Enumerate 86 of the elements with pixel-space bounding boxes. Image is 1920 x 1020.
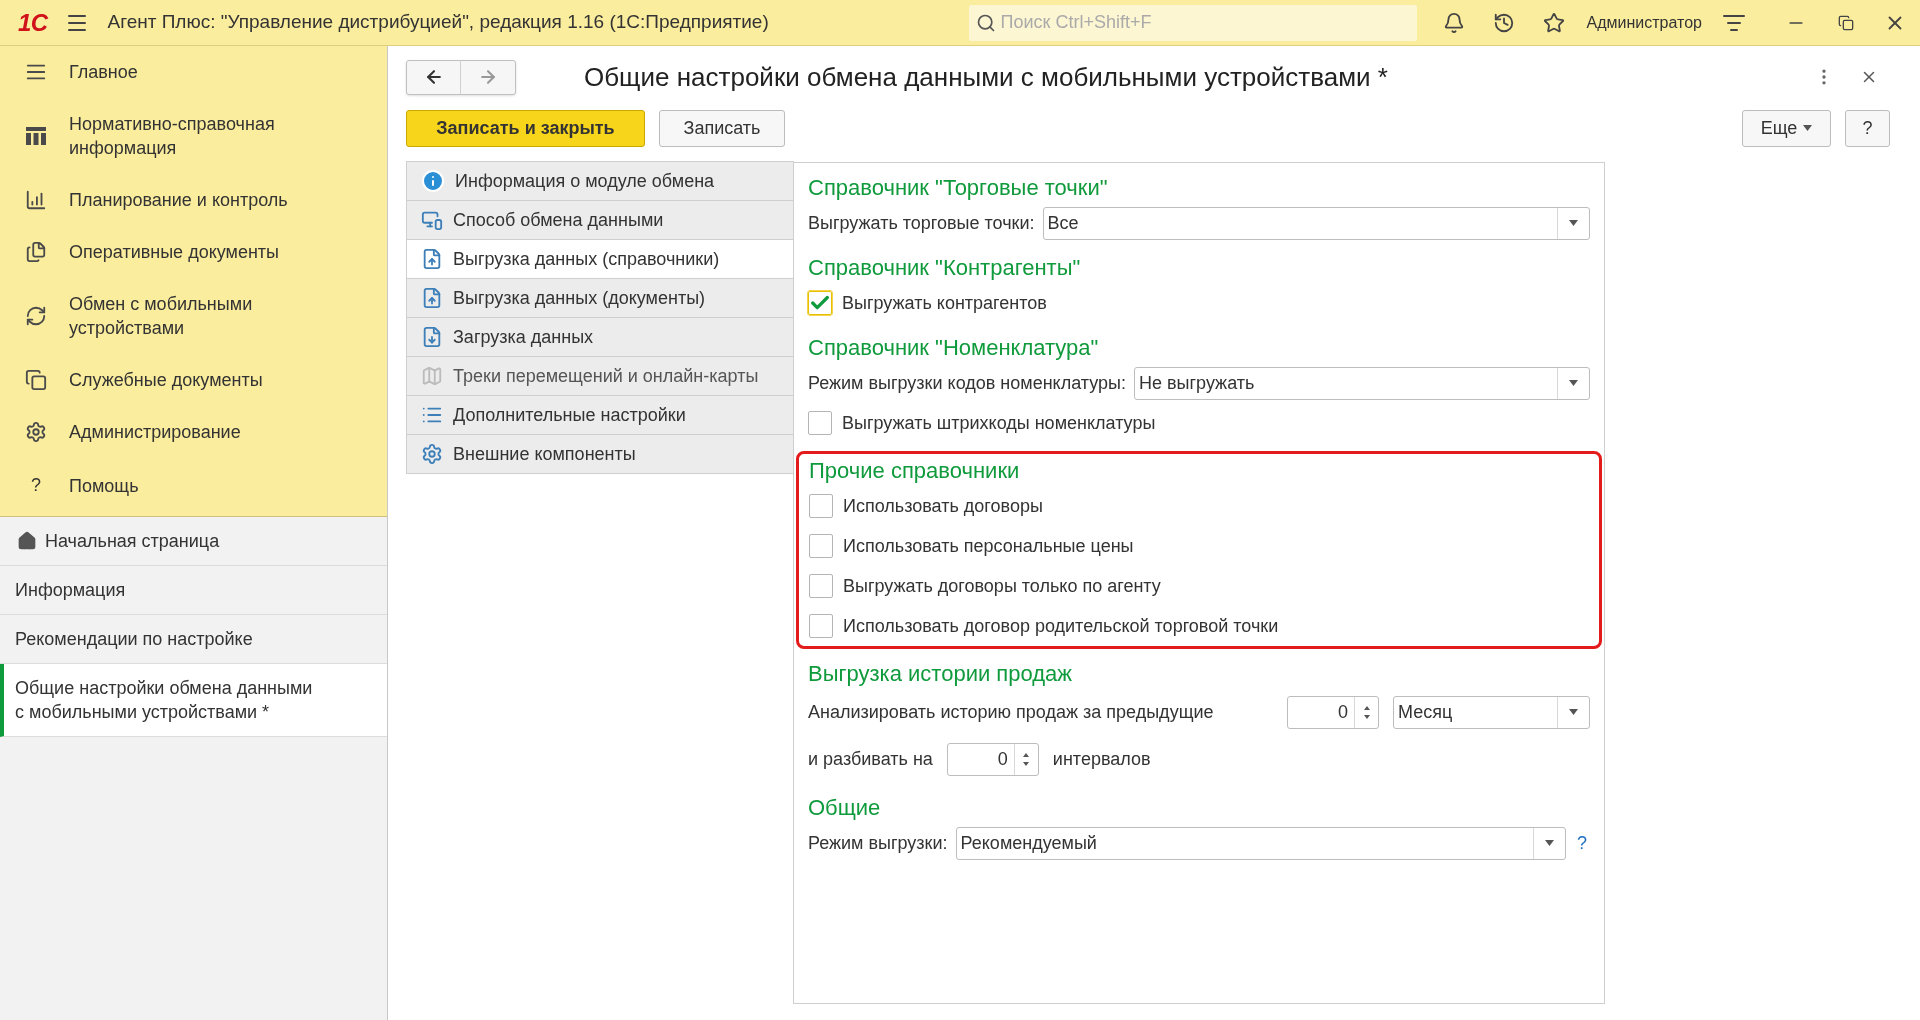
info-icon bbox=[421, 169, 445, 193]
notifications-icon[interactable] bbox=[1442, 11, 1465, 34]
form-button[interactable]: Записать bbox=[659, 109, 785, 147]
group-heading: Справочник "Номенклатура" bbox=[808, 333, 1100, 362]
select-field[interactable]: Все bbox=[1042, 206, 1590, 240]
spin-up-icon bbox=[1023, 752, 1030, 757]
open-page-tab[interactable]: Начальная страница bbox=[0, 517, 387, 566]
checkbox-label: Выгружать контрагентов bbox=[842, 291, 1047, 315]
checkbox[interactable] bbox=[809, 494, 833, 518]
field-label: Режим выгрузки: bbox=[808, 831, 948, 855]
documents-icon bbox=[25, 369, 47, 391]
section-link[interactable]: Планирование и контроль bbox=[69, 188, 309, 212]
history-icon[interactable] bbox=[1492, 11, 1515, 34]
field-label: Режим выгрузки кодов номенклатуры: bbox=[808, 371, 1126, 395]
checkbox-label: Выгружать договоры только по агенту bbox=[843, 574, 1161, 598]
user-name[interactable]: Администратор bbox=[1586, 10, 1702, 35]
group-heading: Справочник "Торговые точки" bbox=[808, 173, 1109, 202]
field-label: и разбивать на bbox=[808, 747, 933, 771]
devices-icon bbox=[421, 209, 443, 231]
app-logo: 1С bbox=[18, 7, 48, 38]
nav-tab[interactable]: Дополнительные настройки bbox=[406, 395, 794, 435]
checkbox[interactable] bbox=[809, 614, 833, 638]
spin-down-icon bbox=[1363, 714, 1370, 719]
bar-chart-icon bbox=[25, 189, 47, 211]
section-link[interactable]: Оперативные документы bbox=[69, 240, 309, 264]
settings-icon bbox=[25, 421, 47, 443]
form-title: Общие настройки обмена данными с мобильными устройствами * bbox=[584, 60, 1388, 94]
file-upload-icon bbox=[421, 287, 443, 309]
field-label: Выгружать торговые точки: bbox=[808, 211, 1035, 235]
dropdown-caret-icon bbox=[1569, 380, 1578, 386]
section-link[interactable]: Помощь bbox=[69, 473, 309, 498]
documents-icon bbox=[25, 241, 47, 263]
nav-tab[interactable]: Информация о модуле обмена bbox=[406, 161, 794, 201]
settings-icon bbox=[421, 443, 443, 465]
group-heading: Общие bbox=[808, 793, 882, 822]
help-link[interactable]: ? bbox=[1574, 829, 1590, 857]
checkbox[interactable] bbox=[809, 534, 833, 558]
select-field[interactable]: Месяц bbox=[1393, 695, 1590, 729]
window-title: Агент Плюс: "Управление дистрибуцией", редакция 1.16 (1С:Предприятие) bbox=[107, 10, 769, 35]
home-icon bbox=[17, 531, 37, 551]
search-icon bbox=[975, 12, 996, 33]
number-field[interactable]: 0 bbox=[1287, 695, 1379, 729]
field-label: интервалов bbox=[1052, 747, 1151, 771]
section-link[interactable]: Нормативно-справочная информация bbox=[69, 112, 309, 160]
section-link[interactable]: Администрирование bbox=[69, 420, 309, 444]
restore-icon[interactable] bbox=[1838, 14, 1854, 31]
number-field[interactable]: 0 bbox=[946, 742, 1039, 776]
checkbox[interactable] bbox=[808, 291, 832, 315]
search-field[interactable]: Поиск Ctrl+Shift+F bbox=[968, 4, 1417, 41]
refresh-icon bbox=[25, 305, 47, 327]
dropdown-caret-icon bbox=[1803, 125, 1813, 131]
section-link[interactable]: Главное bbox=[69, 60, 309, 84]
spin-down-icon bbox=[1023, 761, 1030, 766]
help-icon: ? bbox=[31, 472, 41, 499]
checkbox[interactable] bbox=[809, 574, 833, 598]
section-link[interactable]: Обмен с мобильными устройствами bbox=[69, 292, 309, 340]
checkbox-label: Использовать договоры bbox=[843, 494, 1043, 518]
field-label: Анализировать историю продаж за предыдущие bbox=[808, 700, 1214, 724]
select-field[interactable]: Рекомендуемый bbox=[955, 826, 1566, 860]
favorites-icon[interactable] bbox=[1542, 11, 1565, 34]
open-page-tab[interactable]: Общие настройки обмена данными с мобильными устройствами * bbox=[0, 664, 387, 737]
group-heading: Прочие справочники bbox=[809, 456, 1021, 485]
nav-tab[interactable]: Загрузка данных bbox=[406, 317, 794, 357]
group-heading: Справочник "Контрагенты" bbox=[808, 253, 1082, 282]
nav-tab[interactable]: Выгрузка данных (документы) bbox=[406, 278, 794, 318]
checkbox-label: Выгружать штрихкоды номенклатуры bbox=[842, 411, 1156, 435]
form-button[interactable]: Записать и закрыть bbox=[406, 109, 645, 147]
help-button[interactable]: ? bbox=[1845, 109, 1890, 147]
select-field[interactable]: Не выгружать bbox=[1134, 366, 1590, 400]
checkbox-label: Использовать договор родительской торговой точки bbox=[843, 614, 1279, 638]
spin-up-icon bbox=[1363, 705, 1370, 710]
group-heading: Выгрузка истории продаж bbox=[808, 659, 1073, 688]
file-upload-icon bbox=[421, 248, 443, 270]
nav-tab[interactable]: Внешние компоненты bbox=[406, 434, 794, 474]
checkbox[interactable] bbox=[808, 411, 832, 435]
columns-icon bbox=[26, 127, 46, 145]
dropdown-caret-icon bbox=[1545, 840, 1554, 846]
nav-tab[interactable]: Способ обмена данными bbox=[406, 200, 794, 240]
open-page-tab[interactable]: Информация bbox=[0, 566, 387, 615]
file-download-icon bbox=[421, 326, 443, 348]
dropdown-caret-icon bbox=[1569, 220, 1578, 226]
dropdown-caret-icon bbox=[1569, 709, 1578, 715]
checkbox-label: Использовать персональные цены bbox=[843, 534, 1134, 558]
map-icon bbox=[421, 365, 443, 387]
more-button[interactable]: Еще bbox=[1742, 109, 1831, 147]
section-link[interactable]: Служебные документы bbox=[69, 368, 309, 392]
